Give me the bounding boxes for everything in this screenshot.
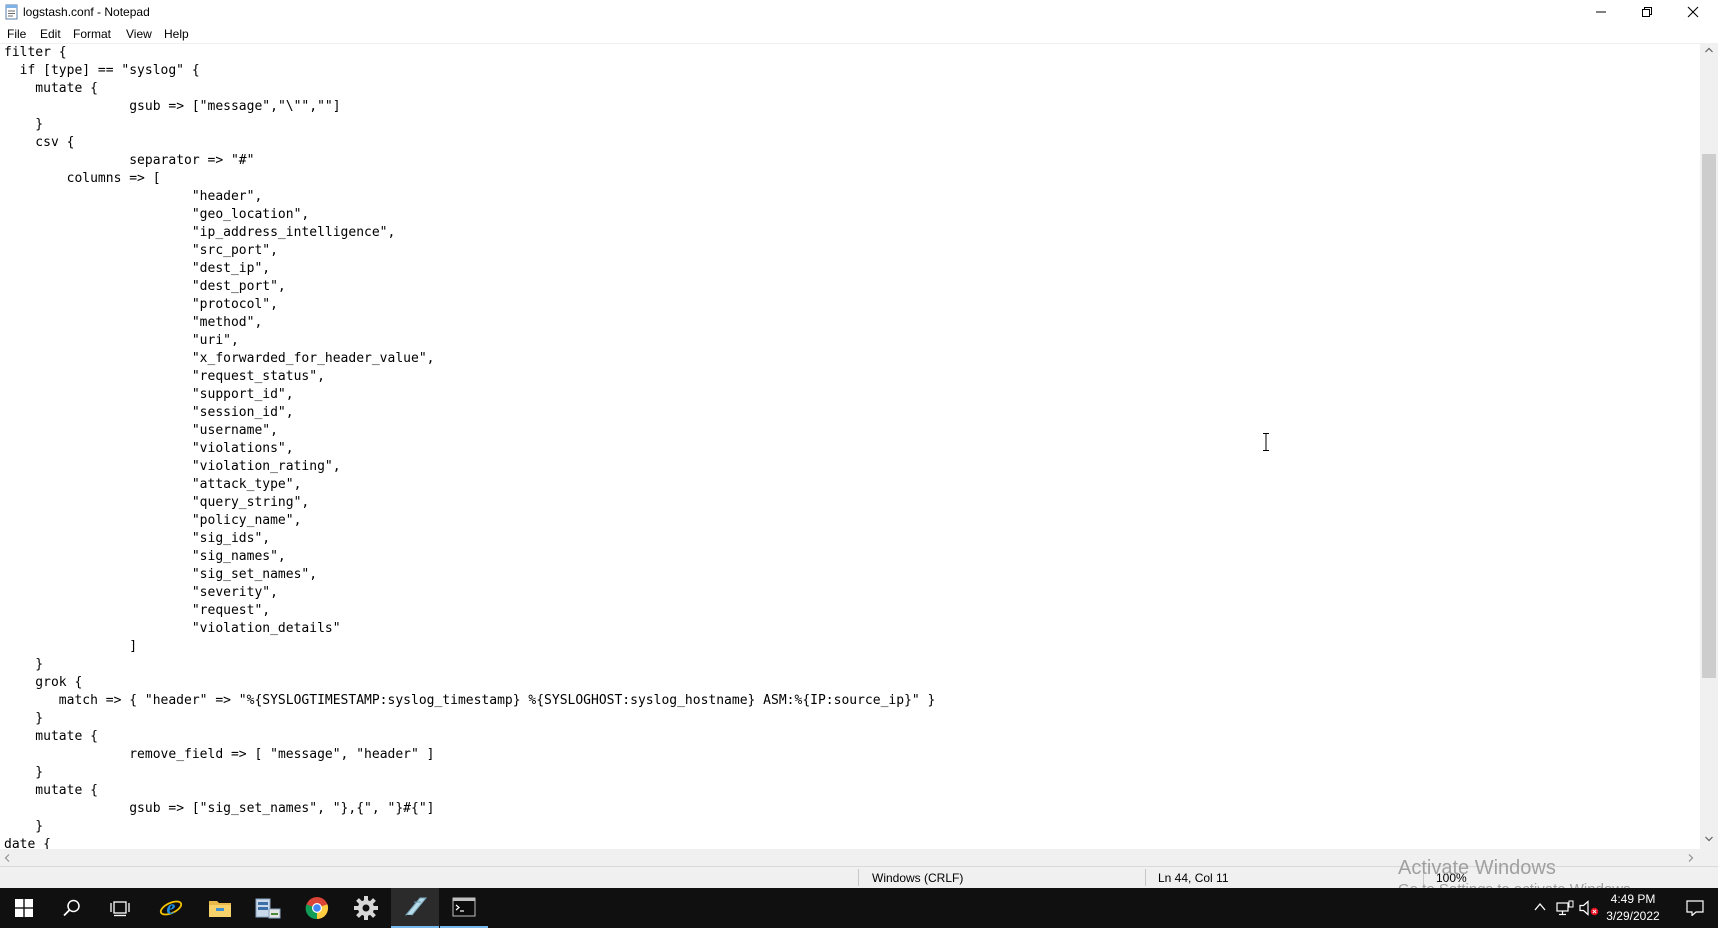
- notepad-icon: [5, 4, 18, 20]
- clock-date: 3/29/2022: [1606, 909, 1660, 923]
- window-title: logstash.conf - Notepad: [23, 5, 150, 19]
- taskbar-server-manager[interactable]: [244, 888, 292, 928]
- command-prompt-icon: [452, 897, 476, 917]
- text-cursor-icon: [1263, 433, 1269, 451]
- vertical-scrollbar[interactable]: [1700, 44, 1718, 849]
- scroll-left-icon[interactable]: [4, 854, 10, 862]
- scroll-right-icon[interactable]: [1688, 854, 1694, 862]
- taskbar-clock[interactable]: 4:49 PM 3/29/2022: [1596, 891, 1670, 925]
- scroll-down-icon[interactable]: [1705, 836, 1713, 842]
- watermark-overlay-title: Activate Windows: [1398, 857, 1556, 879]
- svg-text:e: e: [167, 897, 176, 919]
- task-view-button[interactable]: [96, 888, 144, 928]
- taskbar: e 4:49 PM 3/29/2022: [0, 888, 1718, 928]
- notepad-icon: [404, 897, 428, 918]
- close-icon: [1687, 6, 1699, 18]
- status-separator: [1145, 869, 1146, 886]
- minimize-button[interactable]: [1578, 0, 1624, 24]
- taskbar-internet-explorer[interactable]: e: [147, 888, 195, 928]
- notification-icon: [1686, 900, 1704, 916]
- search-button[interactable]: [48, 888, 96, 928]
- server-manager-icon: [255, 898, 281, 919]
- title-bar[interactable]: logstash.conf - Notepad: [0, 0, 1718, 24]
- menu-help[interactable]: Help: [162, 26, 191, 42]
- settings-icon: [354, 896, 378, 920]
- taskbar-chrome[interactable]: [293, 888, 341, 928]
- task-view-icon: [110, 901, 130, 917]
- cursor-position-status: Ln 44, Col 11: [1158, 871, 1229, 885]
- file-explorer-icon: [209, 901, 231, 917]
- chevron-up-icon[interactable]: [1533, 900, 1547, 914]
- vertical-scroll-thumb[interactable]: [1702, 154, 1716, 678]
- taskbar-notepad[interactable]: [391, 888, 439, 928]
- restore-button[interactable]: [1624, 0, 1670, 24]
- search-icon: [63, 899, 80, 917]
- taskbar-command-prompt[interactable]: [440, 888, 488, 928]
- network-icon[interactable]: [1556, 900, 1574, 916]
- action-center-button[interactable]: [1672, 888, 1718, 928]
- start-icon: [15, 899, 33, 917]
- editor-content[interactable]: filter { if [type] == "syslog" { mutate …: [4, 44, 935, 849]
- close-button[interactable]: [1670, 0, 1716, 24]
- scroll-up-icon[interactable]: [1705, 47, 1713, 53]
- menu-view[interactable]: View: [124, 26, 154, 42]
- clock-time: 4:49 PM: [1610, 892, 1656, 906]
- menu-bar: File Edit Format View Help: [0, 24, 1718, 44]
- taskbar-file-explorer[interactable]: [196, 888, 244, 928]
- chrome-icon: [305, 897, 329, 920]
- menu-file[interactable]: File: [5, 26, 28, 42]
- minimize-icon: [1596, 11, 1606, 13]
- menu-format[interactable]: Format: [71, 26, 113, 42]
- internet-explorer-icon: e: [159, 897, 183, 919]
- menu-edit[interactable]: Edit: [38, 26, 63, 42]
- taskbar-settings[interactable]: [342, 888, 390, 928]
- start-button[interactable]: [0, 888, 48, 928]
- restore-icon: [1642, 7, 1652, 17]
- text-editor[interactable]: filter { if [type] == "syslog" { mutate …: [0, 44, 1700, 849]
- status-separator: [858, 869, 859, 886]
- scrollbar-corner: [1700, 849, 1718, 866]
- line-ending-status: Windows (CRLF): [872, 871, 964, 885]
